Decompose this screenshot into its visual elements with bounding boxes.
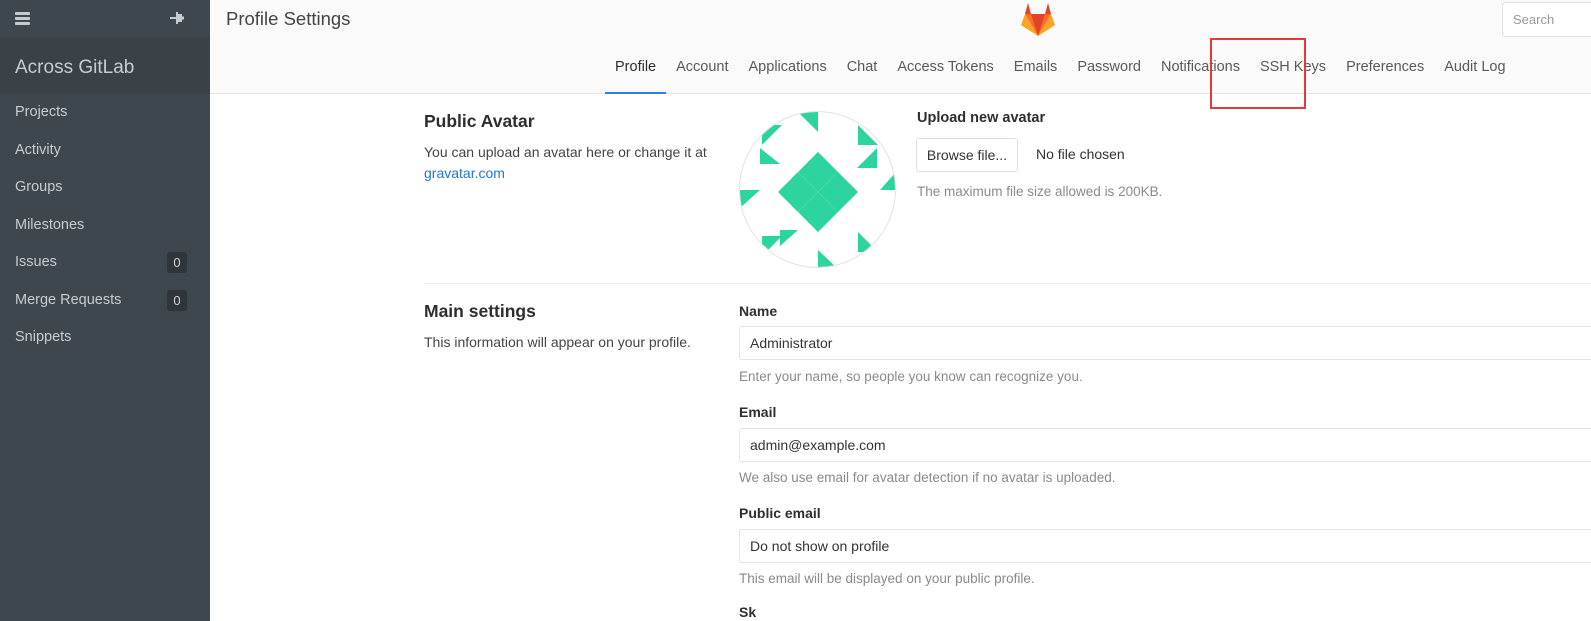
tab-audit-log[interactable]: Audit Log — [1434, 48, 1515, 94]
issues-count-badge: 0 — [167, 252, 187, 273]
sidebar-top-bar — [0, 0, 210, 38]
sidebar: Across GitLab Projects Activity Groups M… — [0, 0, 210, 621]
gitlab-logo-icon[interactable] — [1018, 0, 1058, 38]
upload-avatar-heading: Upload new avatar — [917, 110, 1046, 126]
sidebar-item-issues[interactable]: Issues 0 — [0, 244, 210, 282]
pin-icon[interactable] — [168, 9, 186, 27]
tab-notifications[interactable]: Notifications — [1151, 48, 1250, 94]
public-email-select[interactable] — [739, 529, 1591, 563]
sidebar-item-label: Issues — [15, 254, 57, 270]
sidebar-item-groups[interactable]: Groups — [0, 169, 210, 207]
name-field[interactable] — [739, 326, 1591, 360]
hamburger-menu-icon[interactable] — [15, 12, 30, 26]
search-input[interactable] — [1502, 2, 1591, 37]
tab-access-tokens[interactable]: Access Tokens — [887, 48, 1003, 94]
sidebar-nav: Projects Activity Groups Milestones Issu… — [0, 94, 210, 357]
sidebar-item-label: Milestones — [15, 216, 85, 233]
sidebar-item-merge-requests[interactable]: Merge Requests 0 — [0, 282, 210, 320]
header: Profile Settings Profile Account Applica… — [210, 0, 1591, 94]
email-field[interactable] — [739, 428, 1591, 462]
tab-preferences[interactable]: Preferences — [1336, 48, 1434, 94]
profile-tabs: Profile Account Applications Chat Access… — [605, 48, 1516, 94]
sidebar-item-label: Merge Requests — [15, 291, 122, 308]
no-file-chosen-text: No file chosen — [1036, 146, 1125, 162]
tab-emails[interactable]: Emails — [1004, 48, 1068, 94]
email-label: Email — [739, 404, 777, 420]
tab-chat[interactable]: Chat — [837, 48, 888, 94]
main-settings-heading: Main settings — [424, 301, 536, 321]
name-help: Enter your name, so people you know can … — [739, 369, 1083, 384]
avatar — [739, 111, 896, 268]
gravatar-link[interactable]: gravatar.com — [424, 165, 505, 181]
max-file-size-help: The maximum file size allowed is 200KB. — [917, 184, 1163, 199]
tab-ssh-keys[interactable]: SSH Keys — [1250, 48, 1336, 94]
public-avatar-heading: Public Avatar — [424, 111, 535, 131]
tab-password[interactable]: Password — [1067, 48, 1151, 94]
merge-requests-count-badge: 0 — [167, 289, 187, 311]
sidebar-item-label: Activity — [15, 141, 61, 158]
next-field-label: Sk — [739, 604, 757, 620]
sidebar-item-label: Projects — [15, 104, 68, 120]
public-email-label: Public email — [739, 505, 821, 521]
browse-file-button[interactable]: Browse file... — [916, 138, 1018, 172]
tab-profile[interactable]: Profile — [605, 48, 667, 94]
tab-applications[interactable]: Applications — [739, 48, 837, 94]
sidebar-item-activity[interactable]: Activity — [0, 132, 210, 170]
brand-name[interactable]: Across GitLab — [15, 57, 134, 79]
sidebar-item-snippets[interactable]: Snippets — [0, 319, 210, 357]
public-email-help: This email will be displayed on your pub… — [739, 571, 1035, 586]
identicon-image — [740, 112, 895, 267]
public-avatar-description: You can upload an avatar here or change … — [424, 142, 714, 184]
page-title: Profile Settings — [226, 8, 351, 29]
name-label: Name — [739, 303, 778, 319]
section-divider — [424, 283, 1591, 284]
sidebar-item-label: Snippets — [15, 329, 72, 345]
avatar-description-text: You can upload an avatar here or change … — [424, 144, 707, 160]
tab-account[interactable]: Account — [666, 48, 738, 94]
main-settings-description: This information will appear on your pro… — [424, 334, 691, 350]
sidebar-item-label: Groups — [15, 179, 63, 195]
sidebar-item-milestones[interactable]: Milestones — [0, 207, 210, 245]
email-help: We also use email for avatar detection i… — [739, 470, 1116, 485]
sidebar-item-projects[interactable]: Projects — [0, 94, 210, 132]
